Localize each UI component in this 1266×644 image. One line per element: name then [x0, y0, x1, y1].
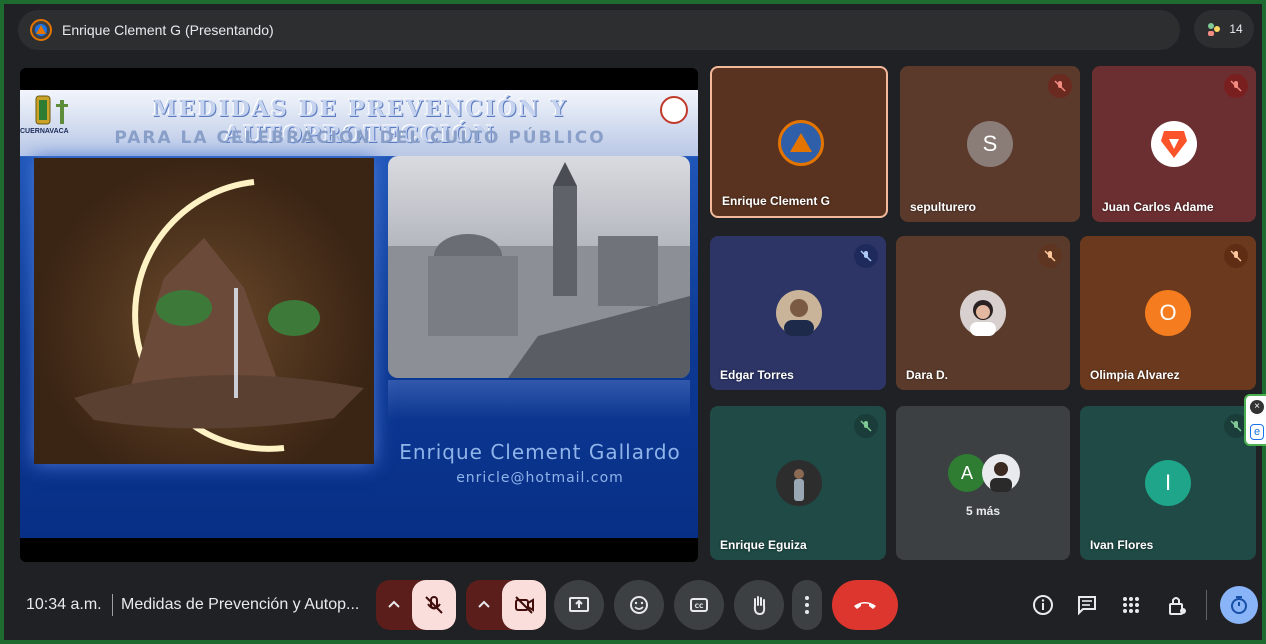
camera-off-icon: [515, 596, 534, 614]
raise-hand-icon: [753, 596, 766, 616]
mic-toggle-group[interactable]: [376, 580, 456, 630]
participant-tile[interactable]: O Olimpia Alvarez: [1080, 236, 1256, 390]
bottom-toolbar: 10:34 a.m. Medidas de Prevención y Autop…: [8, 574, 1266, 644]
fountain-photo: [34, 158, 374, 464]
participant-name: Juan Carlos Adame: [1102, 200, 1214, 214]
participant-tile[interactable]: Edgar Torres: [710, 236, 886, 390]
participant-name: Dara D.: [906, 368, 949, 382]
timer-button[interactable]: [1220, 586, 1258, 624]
people-icon: [1208, 23, 1221, 36]
meeting-details-button[interactable]: [1030, 592, 1056, 618]
mic-off-icon: [854, 414, 878, 438]
mic-off-icon: [425, 596, 443, 614]
close-icon[interactable]: ×: [1250, 400, 1264, 414]
participant-photo: [982, 454, 1020, 492]
emoji-icon: [630, 596, 648, 614]
chevron-up-icon[interactable]: [476, 597, 492, 613]
slide: CUERNAVACA MEDIDAS DE PREVENCIÓN Y AUTOP…: [20, 90, 698, 538]
captions-button[interactable]: CC: [674, 580, 724, 630]
photo-reflection: [388, 380, 690, 420]
participant-name: Olimpia Alvarez: [1090, 368, 1180, 382]
church-photo: [388, 156, 690, 378]
chat-icon: [1078, 596, 1096, 616]
participant-name: Enrique Clement G: [722, 194, 831, 208]
mic-off-icon: [1224, 244, 1248, 268]
participant-photo: [776, 290, 822, 336]
raise-hand-button[interactable]: [734, 580, 784, 630]
camera-button[interactable]: [502, 580, 546, 630]
present-now-button[interactable]: [554, 580, 604, 630]
present-screen-icon: [569, 597, 589, 612]
participant-tile[interactable]: Enrique Clement G: [710, 66, 888, 218]
svg-text:CC: CC: [695, 603, 704, 610]
extension-e-icon[interactable]: e: [1250, 424, 1264, 440]
mic-off-icon: [1038, 244, 1062, 268]
more-participants-tile[interactable]: A 5 más: [896, 406, 1070, 560]
participant-tile[interactable]: I Ivan Flores: [1080, 406, 1256, 560]
presenting-title: Enrique Clement G (Presentando): [62, 22, 274, 38]
chevron-up-icon[interactable]: [386, 597, 402, 613]
microphone-button[interactable]: [412, 580, 456, 630]
more-options-button[interactable]: [792, 580, 822, 630]
reactions-button[interactable]: [614, 580, 664, 630]
brave-lion-avatar-icon: [1151, 121, 1197, 167]
host-controls-button[interactable]: [1164, 592, 1190, 618]
slide-presenter-name: Enrique Clement Gallardo: [399, 440, 681, 464]
chat-button[interactable]: [1074, 592, 1100, 618]
mic-off-icon: [1224, 74, 1248, 98]
slide-subtitle: PARA LA CELEBRACIÓN DEL CULTO PÚBLICO: [114, 128, 606, 148]
host-lock-icon: [1169, 597, 1186, 615]
divider: [112, 594, 113, 616]
mic-off-icon: [854, 244, 878, 268]
end-call-icon: [854, 602, 876, 609]
civil-protection-seal-icon: [660, 96, 688, 124]
participant-avatar: S: [967, 121, 1013, 167]
leave-call-button[interactable]: [832, 580, 898, 630]
activities-button[interactable]: [1118, 592, 1144, 618]
apps-grid-icon: [1123, 597, 1139, 613]
participant-name: Enrique Eguiza: [720, 538, 807, 552]
mic-off-icon: [1048, 74, 1072, 98]
extension-widget[interactable]: × e: [1244, 394, 1266, 446]
presenter-avatar-icon: [30, 19, 52, 41]
presentation-stage[interactable]: CUERNAVACA MEDIDAS DE PREVENCIÓN Y AUTOP…: [20, 68, 698, 562]
participant-tile[interactable]: Juan Carlos Adame: [1092, 66, 1256, 222]
participant-tile[interactable]: S sepulturero: [900, 66, 1080, 222]
divider: [1206, 590, 1207, 620]
participants-button[interactable]: 14: [1194, 10, 1254, 48]
presenting-banner[interactable]: Enrique Clement G (Presentando): [18, 10, 1180, 50]
participant-photo: [776, 460, 822, 506]
participant-tile[interactable]: Dara D.: [896, 236, 1070, 390]
participant-avatar: O: [1145, 290, 1191, 336]
civil-protection-logo-icon: [778, 120, 824, 166]
clock: 10:34 a.m.: [26, 596, 102, 613]
meeting-title: Medidas de Prevención y Autop...: [121, 596, 360, 613]
meet-window: Enrique Clement G (Presentando) 14 CUERN…: [0, 0, 1266, 644]
timer-icon: [1231, 596, 1247, 614]
camera-toggle-group[interactable]: [466, 580, 546, 630]
more-vert-icon: [805, 596, 809, 614]
participant-avatar: I: [1145, 460, 1191, 506]
participant-count: 14: [1229, 22, 1243, 36]
info-icon: [1033, 595, 1053, 615]
participant-name: Ivan Flores: [1090, 538, 1154, 552]
participant-tile[interactable]: Enrique Eguiza: [710, 406, 886, 560]
more-participants-label: 5 más: [965, 504, 1001, 518]
participant-photo: [960, 290, 1006, 336]
city-label: CUERNAVACA: [20, 128, 69, 135]
slide-presenter-email: enricle@hotmail.com: [456, 470, 624, 486]
participant-name: sepulturero: [910, 200, 977, 214]
participant-name: Edgar Torres: [720, 368, 794, 382]
captions-icon: CC: [690, 598, 708, 612]
participant-avatar: A: [948, 454, 986, 492]
